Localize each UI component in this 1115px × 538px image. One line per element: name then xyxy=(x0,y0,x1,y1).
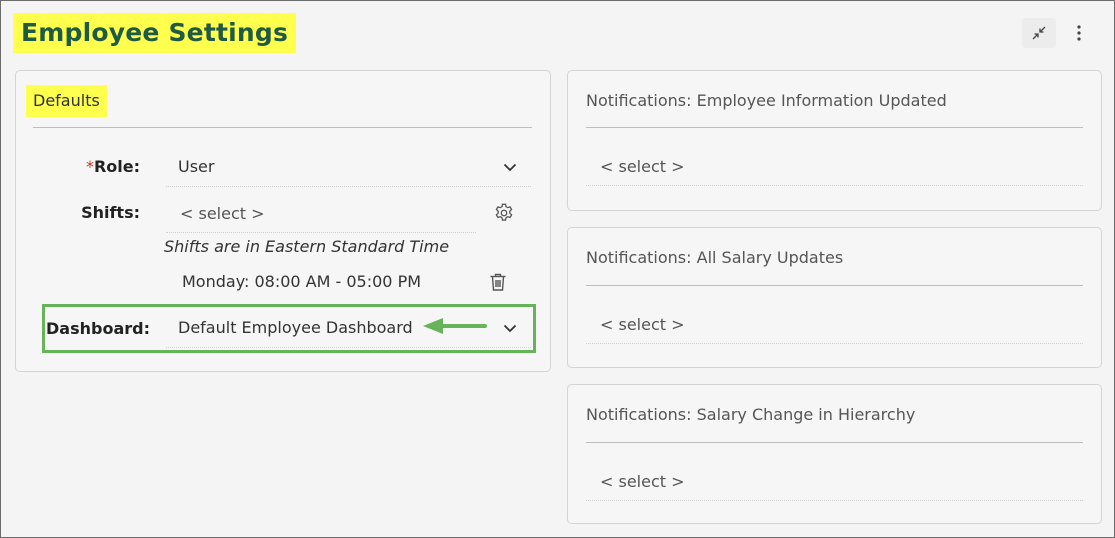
notification-underline xyxy=(586,185,1083,186)
notification-divider xyxy=(586,442,1083,443)
gear-icon xyxy=(495,203,513,221)
shifts-timezone-note: Shifts are in Eastern Standard Time xyxy=(164,237,450,256)
notification-card-salary-hierarchy: Notifications: Salary Change in Hierarch… xyxy=(567,384,1102,524)
notification-card-employee-info: Notifications: Employee Information Upda… xyxy=(567,70,1102,211)
notification-title: Notifications: Employee Information Upda… xyxy=(586,91,947,110)
shift-settings-button[interactable] xyxy=(492,201,516,225)
shifts-select[interactable]: < select > xyxy=(166,196,476,230)
defaults-title: Defaults xyxy=(26,85,107,117)
dashboard-label: Dashboard: xyxy=(46,319,150,338)
delete-shift-button[interactable] xyxy=(486,270,510,294)
more-options-button[interactable] xyxy=(1062,18,1096,48)
notification-select[interactable]: < select > xyxy=(586,464,1083,498)
dashboard-underline xyxy=(166,347,531,348)
required-mark: * xyxy=(85,157,94,176)
page-title: Employee Settings xyxy=(13,13,297,53)
role-underline xyxy=(166,186,531,187)
employee-settings-panel: Employee Settings Defaults *Role: User S… xyxy=(0,0,1115,538)
collapse-arrows-icon xyxy=(1032,26,1046,40)
defaults-divider xyxy=(33,127,532,128)
role-value: User xyxy=(178,157,215,176)
green-arrow-icon xyxy=(423,318,487,334)
shifts-underline xyxy=(166,232,476,233)
notification-select[interactable]: < select > xyxy=(586,149,1083,183)
notification-underline xyxy=(586,500,1083,501)
notification-divider xyxy=(586,285,1083,286)
notification-title: Notifications: All Salary Updates xyxy=(586,248,844,267)
notification-placeholder: < select > xyxy=(600,157,685,176)
notification-select[interactable]: < select > xyxy=(586,307,1083,341)
role-label: *Role: xyxy=(85,157,140,176)
shifts-label: Shifts: xyxy=(81,203,140,222)
notification-card-salary-updates: Notifications: All Salary Updates < sele… xyxy=(567,227,1102,368)
notification-underline xyxy=(586,343,1083,344)
shift-entry: Monday: 08:00 AM - 05:00 PM xyxy=(166,267,526,297)
shift-entry-text: Monday: 08:00 AM - 05:00 PM xyxy=(182,272,422,291)
role-select[interactable]: User xyxy=(166,149,531,185)
chevron-down-icon xyxy=(500,157,520,177)
vertical-ellipsis-icon xyxy=(1077,25,1081,41)
notification-placeholder: < select > xyxy=(600,472,685,491)
shifts-placeholder: < select > xyxy=(180,204,265,223)
defaults-card: Defaults *Role: User Shifts: < select > … xyxy=(15,70,551,372)
collapse-button[interactable] xyxy=(1022,18,1056,48)
chevron-down-icon xyxy=(500,318,520,338)
notification-divider xyxy=(586,127,1083,128)
dashboard-value: Default Employee Dashboard xyxy=(178,318,413,337)
trash-icon xyxy=(490,273,506,291)
notification-placeholder: < select > xyxy=(600,315,685,334)
notification-title: Notifications: Salary Change in Hierarch… xyxy=(586,405,916,424)
